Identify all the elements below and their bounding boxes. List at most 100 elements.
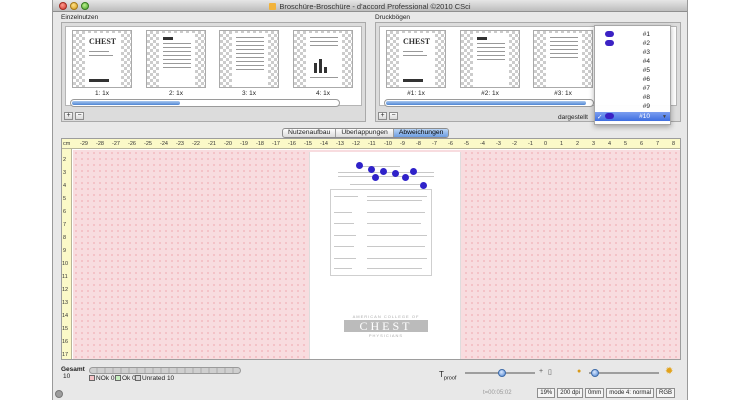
sheet-thumb-label-1: #1: 1x — [407, 90, 425, 97]
ruler-tick: 2 — [576, 141, 580, 147]
remove-druckbogen-button[interactable]: − — [389, 112, 398, 120]
einzelnutzen-scrollbar[interactable] — [70, 99, 340, 107]
page-thumb-label-3: 3: 1x — [241, 90, 257, 97]
sheet-thumb-3[interactable] — [533, 30, 593, 88]
page-thumb-label-4: 4: 1x — [315, 90, 331, 97]
thumb-heading: CHEST — [89, 37, 117, 46]
popup-item-3[interactable]: #3 — [595, 48, 670, 57]
ruler-tick: 7 — [63, 222, 67, 228]
bottom-bar: Gesamt 10 NOk 0 Ok 0 Unrated 10 Tproof +… — [53, 362, 687, 400]
sheet-select-popup[interactable]: #1 #2 #3 #4 #5 #6 #7 #8 #9 ✓ #10 ▼ — [594, 25, 671, 125]
popup-item-9[interactable]: #9 — [595, 102, 670, 111]
vertical-ruler: 2 3 4 5 6 7 8 9 10 11 12 13 14 15 16 17 — [62, 149, 72, 359]
ruler-tick: -7 — [432, 141, 437, 147]
druckboegen-scroll-thumb[interactable] — [386, 101, 586, 105]
ruler-tick: -6 — [448, 141, 453, 147]
ruler-tick: 0 — [544, 141, 548, 147]
ruler-tick: 10 — [62, 261, 69, 267]
einzelnutzen-scroll-thumb[interactable] — [72, 101, 180, 105]
page-thumb-4[interactable] — [293, 30, 353, 88]
einzelnutzen-thumbstrip[interactable]: CHEST 1: 1x 2: 1x 3: 1x 4: 1x — [65, 26, 362, 106]
sheet-thumb-1[interactable]: CHEST — [386, 30, 446, 88]
popup-item-4[interactable]: #4 — [595, 57, 670, 66]
page-thumb-2[interactable] — [146, 30, 206, 88]
ruler-tick: -4 — [480, 141, 485, 147]
popup-item-2[interactable]: #2 — [595, 39, 670, 48]
deviation-marker[interactable] — [368, 166, 375, 173]
ruler-tick: -19 — [240, 141, 248, 147]
page-thumb-1[interactable]: CHEST — [72, 30, 132, 88]
thumb-page: CHEST — [85, 33, 121, 87]
sheet-thumb-2[interactable] — [460, 30, 520, 88]
dargestellt-label: dargestellt — [558, 114, 588, 121]
mode-cell: mode 4: normal — [606, 388, 654, 398]
ruler-tick: 16 — [62, 339, 69, 345]
page-preview[interactable]: AMERICAN COLLEGE OF CHEST PHYSICIANS — [309, 152, 461, 359]
ruler-tick: -15 — [304, 141, 312, 147]
tproof-label: Tproof — [439, 370, 457, 382]
druckboegen-scrollbar[interactable] — [384, 99, 594, 107]
popup-item-10[interactable]: ✓ #10 ▼ — [595, 112, 670, 121]
ruler-tick: -10 — [384, 141, 392, 147]
deviation-marker[interactable] — [402, 174, 409, 181]
remove-nutzen-button[interactable]: − — [75, 112, 84, 120]
ruler-tick: 4 — [63, 183, 67, 189]
plus-icon[interactable]: + — [539, 368, 543, 375]
app-icon — [269, 3, 277, 10]
ruler-tick: 14 — [62, 313, 69, 319]
tab-ueberlappungen[interactable]: Überlappungen — [336, 129, 394, 137]
add-druckbogen-button[interactable]: + — [378, 112, 387, 120]
ruler-tick: -22 — [192, 141, 200, 147]
add-nutzen-button[interactable]: + — [64, 112, 73, 120]
ok-counter[interactable]: Ok 0 — [115, 375, 136, 382]
nok-swatch — [89, 375, 95, 381]
tab-nutzenaufbau[interactable]: Nutzenaufbau — [283, 129, 337, 137]
checkmark-icon: ✓ — [597, 114, 603, 121]
tproof-slider-knob[interactable] — [498, 369, 506, 377]
deviation-marker[interactable] — [372, 174, 379, 181]
preview-canvas[interactable]: cm -29 -28 -27 -26 -25 -24 -23 -22 -21 -… — [61, 138, 681, 360]
nok-counter[interactable]: NOk 0 — [89, 375, 114, 382]
sun-large-icon: ✹ — [665, 366, 674, 377]
ruler-tick: 2 — [63, 157, 67, 163]
window-title: Broschüre-Broschüre - d'accord Professio… — [279, 2, 471, 11]
ruler-unit: cm — [63, 141, 71, 147]
ruler-tick: -20 — [224, 141, 232, 147]
popup-item-7[interactable]: #7 — [595, 84, 670, 93]
marker-pill — [605, 113, 614, 119]
tproof-slider-ticks — [467, 377, 535, 379]
unrated-counter[interactable]: Unrated 10 — [135, 375, 174, 382]
ruler-tick: 8 — [672, 141, 676, 147]
popup-item-8[interactable]: #8 — [595, 93, 670, 102]
gear-icon[interactable] — [55, 390, 63, 398]
zoom-slider-knob[interactable] — [591, 369, 599, 377]
einzelnutzen-panel: CHEST 1: 1x 2: 1x 3: 1x 4: 1x + − — [61, 22, 366, 122]
ruler-tick: -5 — [464, 141, 469, 147]
ok-swatch — [115, 375, 121, 381]
unrated-swatch — [135, 375, 141, 381]
sheet-thumb-label-3: #3: 1x — [554, 90, 572, 97]
title-bar: Broschüre-Broschüre - d'accord Professio… — [53, 0, 687, 12]
thumb-page — [232, 33, 268, 87]
deviation-marker[interactable] — [356, 162, 363, 169]
zoom-slider-track[interactable] — [589, 372, 659, 374]
trash-icon[interactable]: ▯ — [548, 368, 552, 376]
deviation-marker[interactable] — [380, 168, 387, 175]
gesamt-value: 10 — [63, 373, 71, 380]
popup-item-6[interactable]: #6 — [595, 75, 670, 84]
thumb-heading: CHEST — [403, 37, 431, 46]
deviation-marker[interactable] — [392, 170, 399, 177]
page-thumb-3[interactable] — [219, 30, 279, 88]
popup-item-5[interactable]: #5 — [595, 66, 670, 75]
dpi-cell: 200 dpi — [557, 388, 583, 398]
ruler-tick: -14 — [320, 141, 328, 147]
deviation-marker[interactable] — [420, 182, 427, 189]
popup-item-1[interactable]: #1 — [595, 30, 670, 39]
ruler-tick: 5 — [624, 141, 628, 147]
tab-abweichungen[interactable]: Abweichungen — [393, 129, 449, 137]
ruler-tick: -12 — [352, 141, 360, 147]
ruler-tick: -26 — [128, 141, 136, 147]
deviation-marker[interactable] — [410, 168, 417, 175]
ruler-tick: -23 — [176, 141, 184, 147]
ruler-tick: -16 — [288, 141, 296, 147]
